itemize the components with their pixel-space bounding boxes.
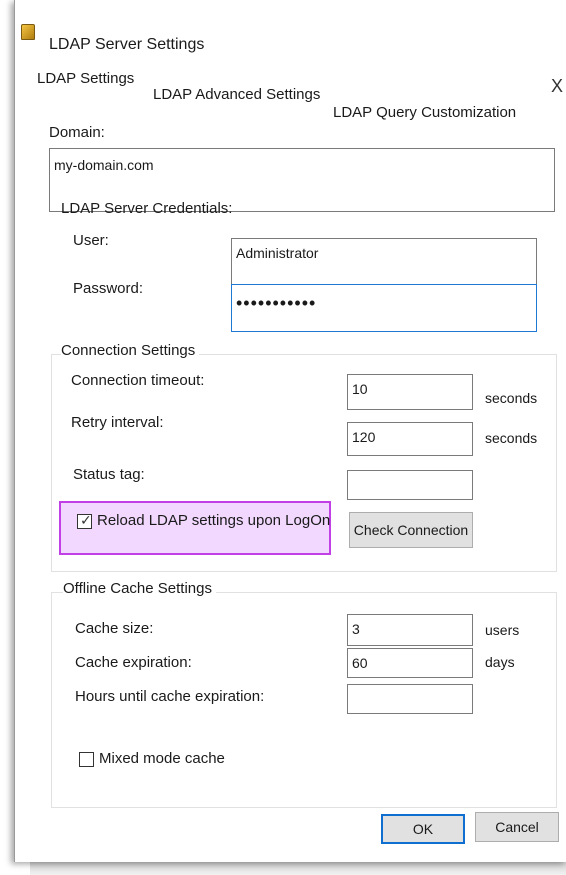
user-field[interactable]: Administrator <box>231 238 537 288</box>
connection-timeout-field[interactable]: 10 <box>347 374 473 410</box>
window-shadow <box>30 860 566 875</box>
retry-interval-field[interactable]: 120 <box>347 422 473 456</box>
window-title: LDAP Server Settings <box>49 36 205 53</box>
checkmark-icon: ✓ <box>80 512 92 528</box>
ldap-settings-dialog: LDAP Server Settings X LDAP Settings LDA… <box>14 0 566 862</box>
user-label: User: <box>73 232 109 249</box>
cancel-button[interactable]: Cancel <box>475 812 559 842</box>
cache-size-field[interactable]: 3 <box>347 614 473 646</box>
credentials-legend: LDAP Server Credentials: <box>61 200 233 217</box>
connection-timeout-value: 10 <box>352 381 368 397</box>
offline-cache-legend: Offline Cache Settings <box>63 580 216 597</box>
password-label: Password: <box>73 280 144 297</box>
retry-interval-unit: seconds <box>485 430 538 446</box>
cache-size-unit: users <box>485 622 520 638</box>
tab-ldap-settings[interactable]: LDAP Settings <box>37 70 134 87</box>
status-tag-label: Status tag: <box>73 466 145 483</box>
mixed-mode-cache-label[interactable]: Mixed mode cache <box>99 750 225 767</box>
cache-expiration-unit: days <box>485 654 515 670</box>
page: LDAP Server Settings X LDAP Settings LDA… <box>0 0 566 875</box>
password-field[interactable]: ••••••••••• <box>231 284 537 332</box>
reload-settings-label[interactable]: Reload LDAP settings upon LogOn <box>97 512 330 529</box>
lock-icon <box>21 24 35 40</box>
tab-ldap-query-customization[interactable]: LDAP Query Customization <box>333 104 516 121</box>
ok-button[interactable]: OK <box>381 814 465 844</box>
cache-expiration-field[interactable]: 60 <box>347 648 473 678</box>
mixed-mode-cache-checkbox[interactable] <box>79 752 94 767</box>
cache-size-label: Cache size: <box>75 620 154 637</box>
domain-label: Domain: <box>49 124 105 141</box>
reload-settings-checkbox[interactable]: ✓ <box>77 512 92 529</box>
password-value: ••••••••••• <box>236 293 317 313</box>
tab-ldap-advanced-settings[interactable]: LDAP Advanced Settings <box>153 86 320 103</box>
close-icon[interactable]: X <box>551 76 563 97</box>
status-tag-field[interactable] <box>347 470 473 500</box>
hours-until-expiration-field[interactable] <box>347 684 473 714</box>
cache-size-value: 3 <box>352 621 360 637</box>
connection-timeout-label: Connection timeout: <box>71 372 205 389</box>
domain-value: my-domain.com <box>54 157 154 173</box>
retry-interval-value: 120 <box>352 429 376 445</box>
check-connection-button[interactable]: Check Connection <box>349 512 473 548</box>
user-value: Administrator <box>236 245 319 261</box>
cache-expiration-label: Cache expiration: <box>75 654 192 671</box>
cache-expiration-value: 60 <box>352 655 368 671</box>
hours-until-expiration-label: Hours until cache expiration: <box>75 688 265 705</box>
connection-settings-legend: Connection Settings <box>61 342 200 359</box>
retry-interval-label: Retry interval: <box>71 414 164 431</box>
connection-timeout-unit: seconds <box>485 390 538 406</box>
